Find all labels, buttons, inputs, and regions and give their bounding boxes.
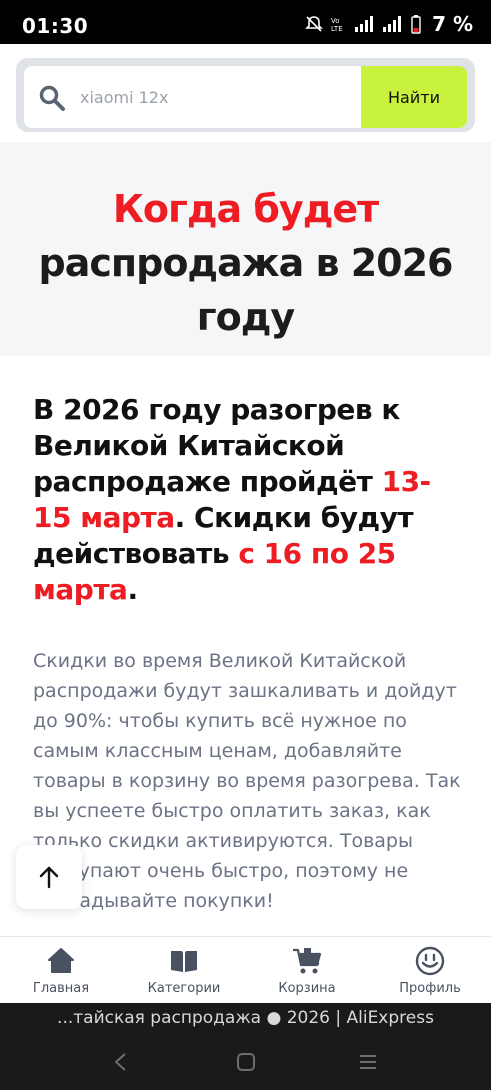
page-title-line1: Когда будет bbox=[112, 187, 379, 231]
lead-paragraph: В 2026 году разогрев к Великой Китайской… bbox=[33, 392, 463, 608]
smile-icon bbox=[415, 946, 445, 976]
lead-text-3: . bbox=[127, 573, 138, 606]
status-time: 01:30 bbox=[22, 14, 89, 38]
status-icons: Vo LTE 7 % bbox=[304, 12, 473, 36]
scroll-to-top-button[interactable] bbox=[16, 845, 82, 909]
page-title-line2: распродажа в 2026 bbox=[38, 241, 454, 285]
svg-text:Vo: Vo bbox=[331, 17, 340, 25]
mute-icon bbox=[305, 16, 324, 32]
system-nav-bar bbox=[0, 1035, 491, 1090]
hero-banner: Когда будет распродажа в 2026 году bbox=[0, 142, 491, 356]
nav-item-home[interactable]: Главная bbox=[6, 945, 116, 996]
page-title: Когда будет распродажа в 2026 году bbox=[0, 182, 491, 344]
volte-icon: Vo LTE bbox=[331, 17, 343, 33]
cart-icon bbox=[293, 948, 322, 974]
recent-apps-icon[interactable] bbox=[357, 1051, 379, 1073]
page-title-line3: году bbox=[196, 295, 295, 339]
arrow-up-icon bbox=[39, 866, 59, 889]
search-icon bbox=[39, 85, 65, 111]
svg-text:LTE: LTE bbox=[331, 25, 343, 33]
nav-item-cart[interactable]: Корзина bbox=[252, 945, 362, 996]
home-icon bbox=[48, 948, 74, 973]
nav-label-home: Главная bbox=[32, 981, 90, 996]
nav-item-profile[interactable]: Профиль bbox=[375, 945, 485, 996]
signal-lte-icon bbox=[383, 16, 402, 32]
signal-icon bbox=[355, 16, 374, 32]
search-placeholder: xiaomi 12x bbox=[80, 88, 169, 107]
search-input[interactable]: xiaomi 12x bbox=[24, 66, 361, 128]
lead-text-1: В 2026 году разогрев к Великой Китайской… bbox=[33, 393, 400, 498]
back-icon[interactable] bbox=[110, 1051, 132, 1073]
body-paragraph: Скидки во время Великой Китайской распро… bbox=[33, 650, 461, 912]
home-button-icon[interactable] bbox=[235, 1051, 257, 1073]
browser-page-title: ...тайская распродажа ● 2026 | AliExpres… bbox=[0, 1003, 491, 1035]
battery-icon bbox=[411, 15, 421, 34]
search-bar: xiaomi 12x Найти bbox=[16, 58, 475, 132]
status-bar: 01:30 Vo LTE 7 % bbox=[0, 0, 491, 44]
search-button[interactable]: Найти bbox=[361, 66, 467, 128]
book-icon bbox=[171, 951, 197, 972]
battery-percent: 7 % bbox=[432, 12, 473, 36]
nav-label-cart: Корзина bbox=[278, 981, 336, 996]
nav-label-categories: Категории bbox=[147, 981, 221, 996]
bottom-nav: Главная Категории Корзина Профиль bbox=[0, 936, 491, 1003]
nav-label-profile: Профиль bbox=[399, 981, 461, 996]
nav-item-categories[interactable]: Категории bbox=[129, 945, 239, 996]
